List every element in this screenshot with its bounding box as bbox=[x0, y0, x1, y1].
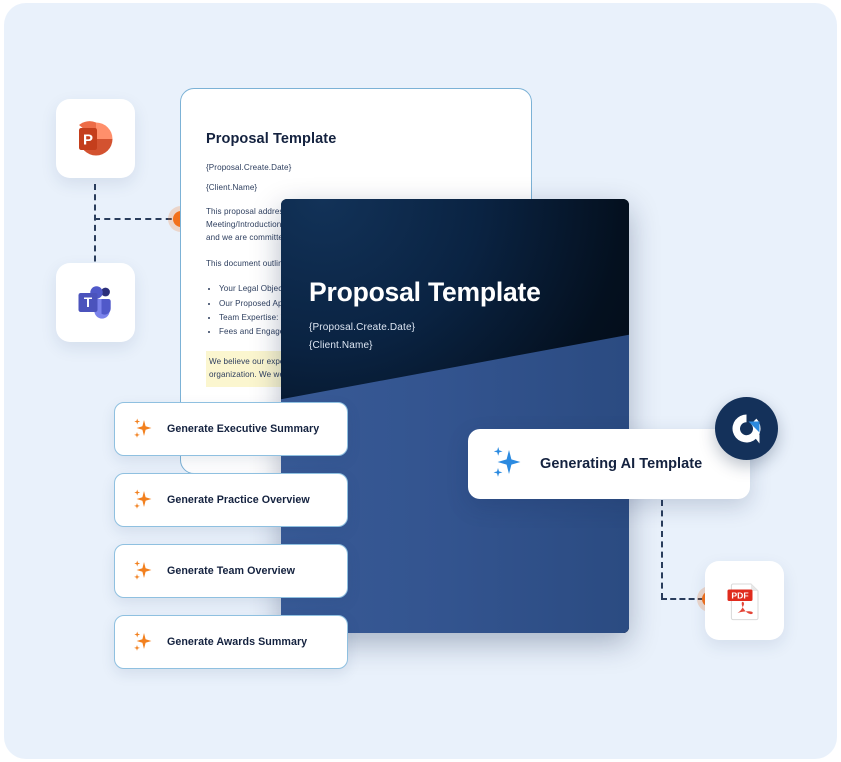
slide-meta-client: {Client.Name} bbox=[309, 340, 373, 351]
document-title: Proposal Template bbox=[206, 131, 337, 147]
svg-text:PDF: PDF bbox=[731, 590, 748, 600]
generate-button-label: Generate Executive Summary bbox=[167, 423, 320, 435]
screenshot-root: P T PDF Proposal Template {Proposal.Crea… bbox=[0, 0, 841, 762]
generate-button-label: Generate Awards Summary bbox=[167, 636, 308, 648]
teams-tile[interactable]: T bbox=[56, 263, 135, 342]
powerpoint-tile[interactable]: P bbox=[56, 99, 135, 178]
generate-button-label: Generate Team Overview bbox=[167, 565, 296, 577]
powerpoint-icon: P bbox=[75, 118, 117, 160]
slide-title: Proposal Template bbox=[309, 277, 541, 307]
generate-practice-overview-button[interactable]: Generate Practice Overview bbox=[114, 473, 348, 527]
status-label: Generating AI Template bbox=[540, 456, 703, 472]
pdf-icon: PDF bbox=[723, 579, 767, 623]
brand-logo-icon bbox=[715, 397, 778, 460]
sparkle-icon bbox=[132, 559, 154, 583]
document-meta-date: {Proposal.Create.Date} bbox=[206, 163, 292, 172]
generate-awards-summary-button[interactable]: Generate Awards Summary bbox=[114, 615, 348, 669]
connector-right-vertical bbox=[661, 500, 663, 599]
pdf-tile[interactable]: PDF bbox=[705, 561, 784, 640]
generate-team-overview-button[interactable]: Generate Team Overview bbox=[114, 544, 348, 598]
generate-button-label: Generate Practice Overview bbox=[167, 494, 310, 506]
sparkle-icon bbox=[490, 445, 524, 483]
connector-left-horizontal bbox=[94, 218, 182, 220]
document-meta-client: {Client.Name} bbox=[206, 183, 258, 192]
sparkle-icon bbox=[132, 630, 154, 654]
sparkle-icon bbox=[132, 488, 154, 512]
microsoft-teams-icon: T bbox=[75, 282, 117, 324]
slide-meta-date: {Proposal.Create.Date} bbox=[309, 322, 416, 333]
brand-logo-badge bbox=[715, 397, 778, 460]
generate-executive-summary-button[interactable]: Generate Executive Summary bbox=[114, 402, 348, 456]
svg-text:P: P bbox=[82, 131, 92, 148]
generating-ai-template-status: Generating AI Template bbox=[468, 429, 750, 499]
svg-text:T: T bbox=[83, 295, 92, 310]
sparkle-icon bbox=[132, 417, 154, 441]
